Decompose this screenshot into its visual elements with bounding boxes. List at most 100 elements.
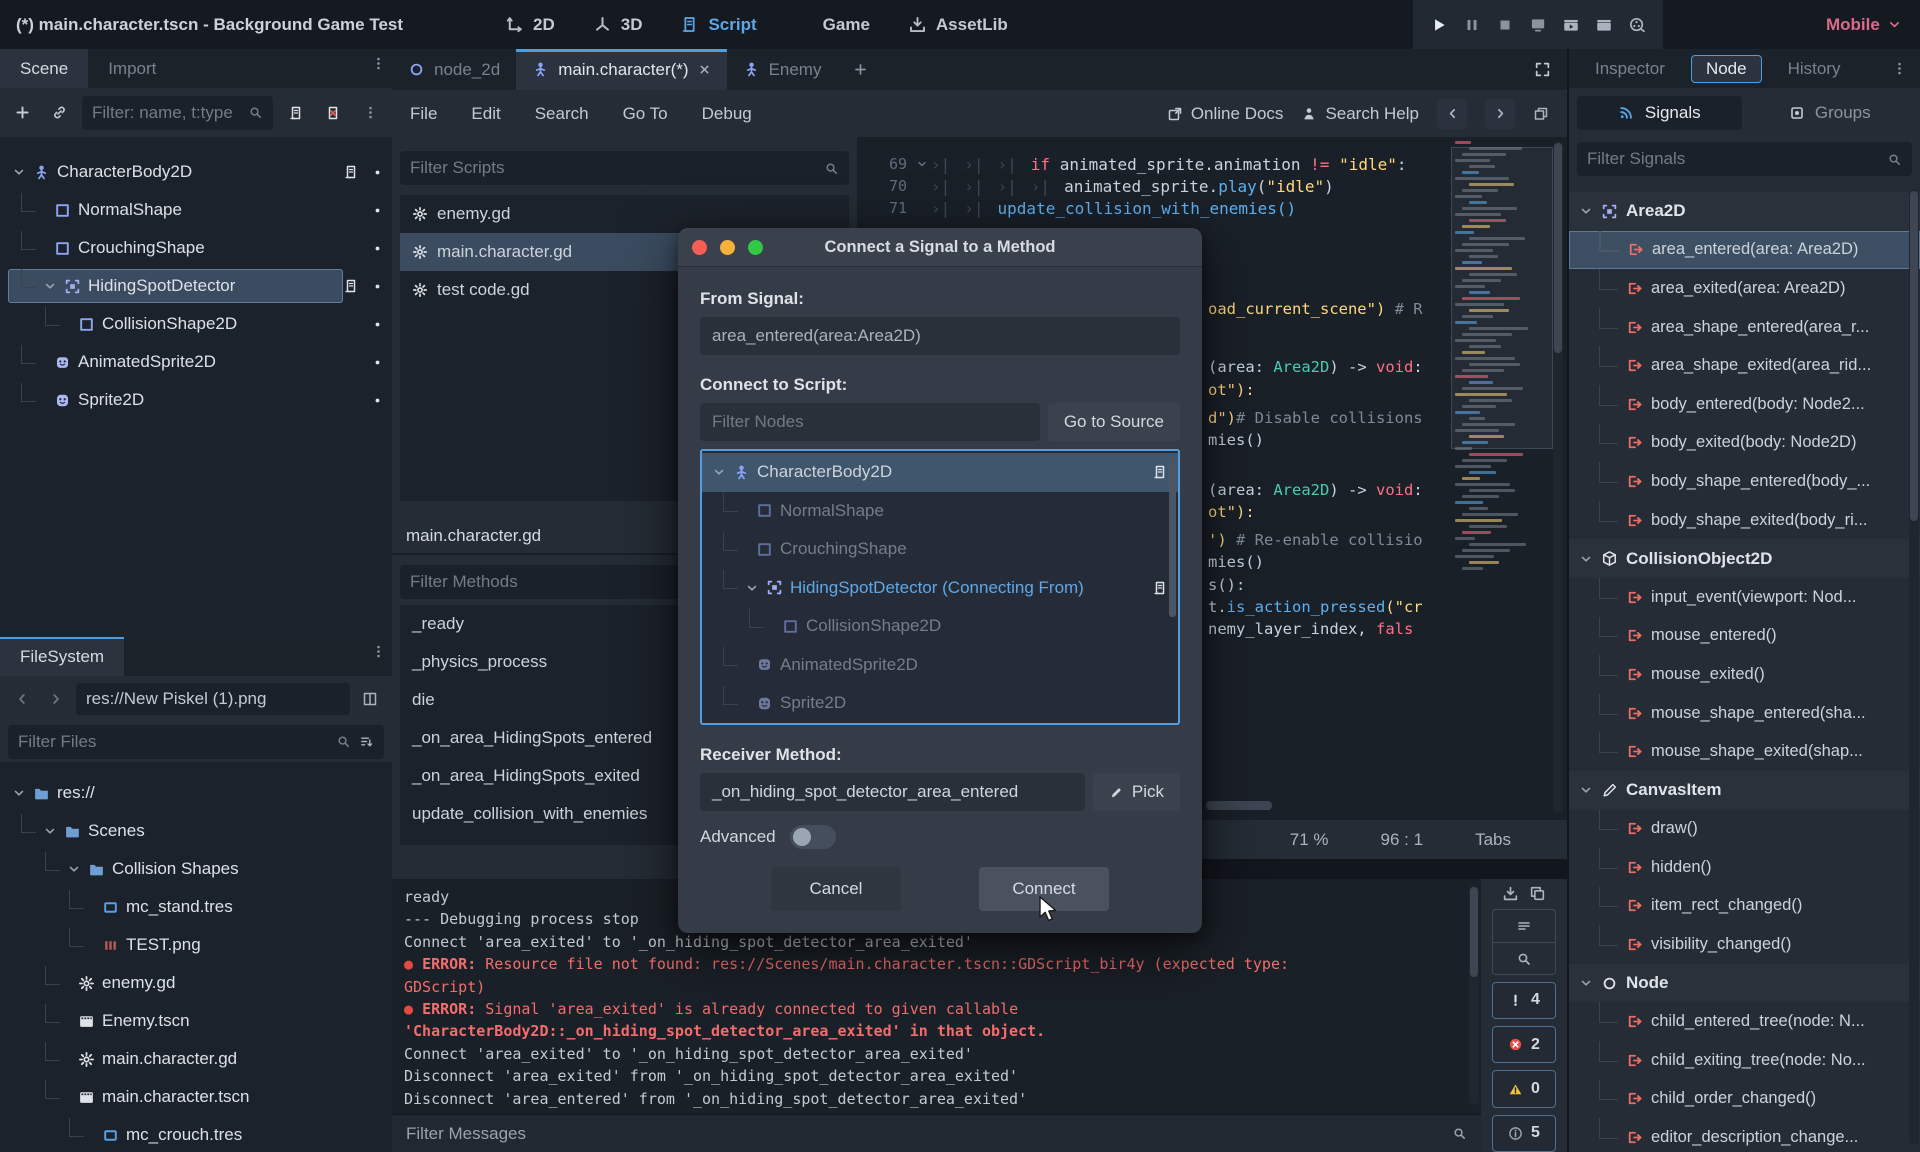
file-test-png[interactable]: TEST.png	[0, 926, 392, 964]
dock-tab-inspector[interactable]: Inspector	[1595, 59, 1665, 79]
code-minimap[interactable]	[1455, 141, 1547, 801]
console-scrollbar[interactable]	[1469, 885, 1479, 1105]
clap-button[interactable]	[1595, 16, 1613, 34]
signal-area-entered-area-area2d[interactable]: area_entered(area: Area2D)	[1569, 231, 1920, 270]
dialog-node-animatedsprite2d[interactable]: AnimatedSprite2D	[702, 646, 1178, 685]
collapse-duplicates-button[interactable]	[1493, 910, 1555, 942]
signal-area-shape-entered-area-r[interactable]: area_shape_entered(area_r...	[1569, 308, 1920, 347]
signal-class-canvasitem[interactable]: CanvasItem	[1569, 771, 1920, 810]
history-back-button[interactable]	[1437, 99, 1467, 129]
distraction-free-icon[interactable]	[1518, 49, 1567, 90]
signal-mouse-shape-entered-sha[interactable]: mouse_shape_entered(sha...	[1569, 694, 1920, 733]
signal-draw[interactable]: draw()	[1569, 810, 1920, 849]
dock-tab-history[interactable]: History	[1788, 59, 1841, 79]
signal-child-entered-tree-node-n[interactable]: child_entered_tree(node: N...	[1569, 1002, 1920, 1041]
zoom-level[interactable]: 71 %	[1290, 830, 1329, 850]
workspace-assetlib[interactable]: AssetLib	[908, 15, 1008, 35]
add-node-button[interactable]	[8, 99, 36, 127]
profile-selector[interactable]: Mobile	[1826, 0, 1902, 49]
copy-output-button[interactable]	[1529, 885, 1546, 902]
scene-node-normalshape[interactable]: NormalShape	[0, 191, 392, 229]
signal-body-entered-body-node2[interactable]: body_entered(body: Node2...	[1569, 385, 1920, 424]
menu-go-to[interactable]: Go To	[623, 104, 668, 124]
visibility-toggle[interactable]	[369, 316, 386, 333]
menu-debug[interactable]: Debug	[702, 104, 752, 124]
workspace-script[interactable]: Script	[680, 15, 756, 35]
signal-mouse-exited[interactable]: mouse_exited()	[1569, 655, 1920, 694]
scene-toolbar-menu-icon[interactable]	[356, 99, 384, 127]
workspace-game[interactable]: Game	[795, 15, 870, 35]
signal-mouse-shape-exited-shap[interactable]: mouse_shape_exited(shap...	[1569, 732, 1920, 771]
back-icon[interactable]	[8, 685, 36, 713]
workspace-3d[interactable]: 3D	[593, 15, 643, 35]
attach-script-button[interactable]	[282, 99, 310, 127]
dialog-node-sprite2d[interactable]: Sprite2D	[702, 684, 1178, 723]
maximize-window-icon[interactable]	[748, 240, 763, 255]
scene-filter-input[interactable]: Filter: name, t:type	[82, 96, 273, 130]
scene-node-collisionshape2d[interactable]: CollisionShape2D	[0, 305, 392, 343]
tab-filesystem[interactable]: FileSystem	[0, 637, 124, 676]
instance-scene-button[interactable]	[45, 99, 73, 127]
go-to-source-button[interactable]: Go to Source	[1048, 403, 1180, 441]
editor-tab-node-2d[interactable]: node_2d	[392, 49, 516, 90]
signal-area-exited-area-area2d[interactable]: area_exited(area: Area2D)	[1569, 269, 1920, 308]
file-enemy-tscn[interactable]: Enemy.tscn	[0, 1002, 392, 1040]
indent-type[interactable]: Tabs	[1475, 830, 1511, 850]
search-help-button[interactable]: Search Help	[1301, 104, 1419, 124]
filter-nodes-input[interactable]: Filter Nodes	[700, 403, 1040, 441]
visibility-toggle[interactable]	[369, 164, 386, 181]
editor-tab-enemy[interactable]: Enemy	[727, 49, 838, 90]
dialog-node-normalshape[interactable]: NormalShape	[702, 492, 1178, 531]
dock-tab-node[interactable]: Node	[1691, 55, 1762, 83]
tab-groups[interactable]: Groups	[1748, 96, 1913, 130]
message-counter-2[interactable]: 0	[1492, 1070, 1556, 1107]
dialog-tree-scrollbar[interactable]	[1169, 457, 1176, 617]
visibility-toggle[interactable]	[369, 240, 386, 257]
history-forward-button[interactable]	[1485, 99, 1515, 129]
scene-node-animatedsprite2d[interactable]: AnimatedSprite2D	[0, 343, 392, 381]
message-counter-1[interactable]: 2	[1492, 1026, 1556, 1063]
new-tab-button[interactable]	[837, 49, 884, 90]
signal-class-area2d[interactable]: Area2D	[1569, 192, 1920, 231]
visibility-toggle[interactable]	[369, 202, 386, 219]
monitor-button[interactable]	[1529, 16, 1547, 34]
stop-button[interactable]	[1496, 16, 1514, 34]
signals-scrollbar[interactable]	[1909, 189, 1919, 1145]
detach-script-button[interactable]	[319, 99, 347, 127]
file-scenes[interactable]: Scenes	[0, 812, 392, 850]
message-counter-3[interactable]: 5	[1492, 1115, 1556, 1152]
dialog-node-crouchingshape[interactable]: CrouchingShape	[702, 530, 1178, 569]
signal-visibility-changed[interactable]: visibility_changed()	[1569, 925, 1920, 964]
tab-signals[interactable]: Signals	[1577, 96, 1742, 130]
sort-icon[interactable]	[359, 734, 374, 749]
message-counter-0[interactable]: 4	[1492, 982, 1556, 1019]
dock-menu-icon[interactable]	[1892, 61, 1907, 76]
close-window-icon[interactable]	[692, 240, 707, 255]
filesystem-menu-icon[interactable]	[364, 637, 392, 665]
signal-child-order-changed[interactable]: child_order_changed()	[1569, 1080, 1920, 1119]
signal-class-node[interactable]: Node	[1569, 964, 1920, 1003]
signal-mouse-entered[interactable]: mouse_entered()	[1569, 617, 1920, 656]
cancel-button[interactable]: Cancel	[771, 867, 901, 911]
reel-button[interactable]	[1628, 16, 1646, 34]
scene-node-characterbody2d[interactable]: CharacterBody2D	[0, 153, 392, 191]
pause-button[interactable]	[1463, 16, 1481, 34]
editor-tab-main-character[interactable]: main.character(*)	[516, 49, 726, 90]
dialog-node-hidingspotdetector-connecting-from[interactable]: HidingSpotDetector (Connecting From)	[702, 569, 1178, 608]
signal-editor-description-change[interactable]: editor_description_change...	[1569, 1118, 1920, 1152]
dialog-node-collisionshape2d[interactable]: CollisionShape2D	[702, 607, 1178, 646]
signal-body-shape-exited-body-ri[interactable]: body_shape_exited(body_ri...	[1569, 501, 1920, 540]
filter-scripts-input[interactable]: Filter Scripts	[400, 151, 849, 185]
visibility-toggle[interactable]	[369, 392, 386, 409]
menu-search[interactable]: Search	[535, 104, 589, 124]
workspace-2d[interactable]: 2D	[505, 15, 555, 35]
filter-files-input[interactable]: Filter Files	[8, 725, 384, 759]
float-window-icon[interactable]	[1533, 106, 1549, 122]
menu-file[interactable]: File	[410, 104, 437, 124]
tab-import[interactable]: Import	[88, 49, 176, 88]
filter-messages-input[interactable]: Filter Messages	[392, 1114, 1481, 1152]
dialog-titlebar[interactable]: Connect a Signal to a Method	[678, 228, 1202, 267]
search-output-button[interactable]	[1493, 942, 1555, 975]
code-hscrollbar[interactable]	[1206, 801, 1272, 810]
play-button[interactable]	[1430, 16, 1448, 34]
